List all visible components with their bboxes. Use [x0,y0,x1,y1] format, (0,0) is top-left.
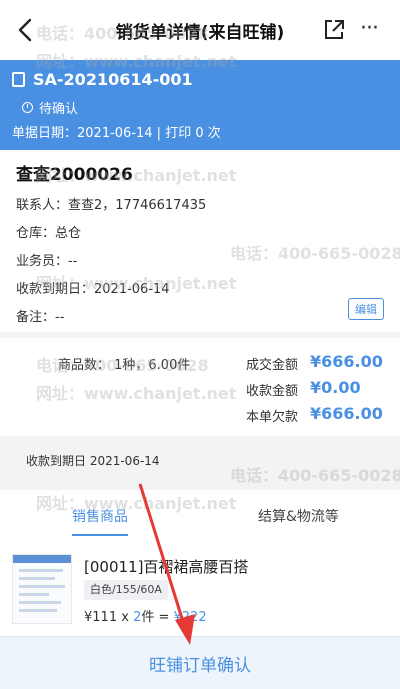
deal-amount-label: 成交金额 [246,358,299,373]
amount-summary: 商品数： 1种，6.00件 成交金额 ¥666.00 收款金额 ¥0.00 本单… [0,338,400,436]
product-spec-tag: 白色/155/60A [84,580,168,600]
goods-count: 商品数： 1种，6.00件 [58,358,191,373]
share-icon[interactable] [322,18,346,42]
owed-amount-value: ¥666.00 [310,404,383,423]
product-name: [00011]百褶裙高腰百搭 [84,558,249,576]
received-amount-value: ¥0.00 [310,378,361,397]
received-amount-label: 收款金额 [246,384,299,399]
remark-row: 备注：-- [16,310,65,325]
chevron-left-icon[interactable] [10,14,42,46]
product-thumbnail [12,554,72,624]
product-price-row: ¥111 x 2件 = ¥222 [84,606,207,625]
salesperson-row: 业务员：-- [16,254,78,269]
due-date-strip: 收款到期日 2021-06-14 [0,440,400,486]
wangpu-order-confirm-button[interactable]: 旺铺订单确认 [149,651,251,676]
line-total: ¥222 [173,610,207,625]
clock-icon [22,102,33,113]
customer-name: 查查2000026 [16,165,133,185]
product-item[interactable]: [00011]百褶裙高腰百搭 白色/155/60A ¥111 x 2件 = ¥2… [0,540,400,636]
tab-sales-goods[interactable]: 销售商品 [72,506,128,526]
order-number: SA-20210614-001 [12,70,193,89]
order-status: 待确认 [22,98,78,117]
due-date-text: 收款到期日 2021-06-14 [26,454,160,468]
bottom-action-bar: 旺铺订单确认 [0,636,400,689]
order-header: SA-20210614-001 待确认 单据日期：2021-06-14 | 打印… [0,60,400,150]
warehouse-row: 仓库：总仓 [16,226,82,241]
unit-price: ¥111 [84,610,118,625]
more-icon[interactable]: ··· [360,16,379,41]
contact-row: 联系人：查查2，17746617435 [16,198,207,213]
tab-active-indicator [72,534,128,536]
due-date-row: 收款到期日：2021-06-14 [16,282,170,297]
owed-amount-label: 本单欠款 [246,410,299,425]
status-text: 待确认 [39,102,79,117]
deal-amount-value: ¥666.00 [310,352,383,371]
times-sign: x [117,610,134,625]
page-title: 销货单详情(来自旺铺) [115,22,285,43]
order-number-text: SA-20210614-001 [33,70,193,89]
order-date-line: 单据日期：2021-06-14 | 打印 0 次 [12,126,221,141]
tab-settlement-logistics[interactable]: 结算&物流等 [258,506,339,526]
detail-tabs: 销售商品 结算&物流等 [0,490,400,540]
edit-button[interactable]: 编辑 [348,298,384,320]
customer-info-card: 查查2000026 联系人：查查2，17746617435 仓库：总仓 业务员：… [0,150,400,332]
navbar: 销货单详情(来自旺铺) ··· [0,0,400,60]
quantity-unit: 件 = [141,610,174,625]
document-icon [12,72,25,87]
